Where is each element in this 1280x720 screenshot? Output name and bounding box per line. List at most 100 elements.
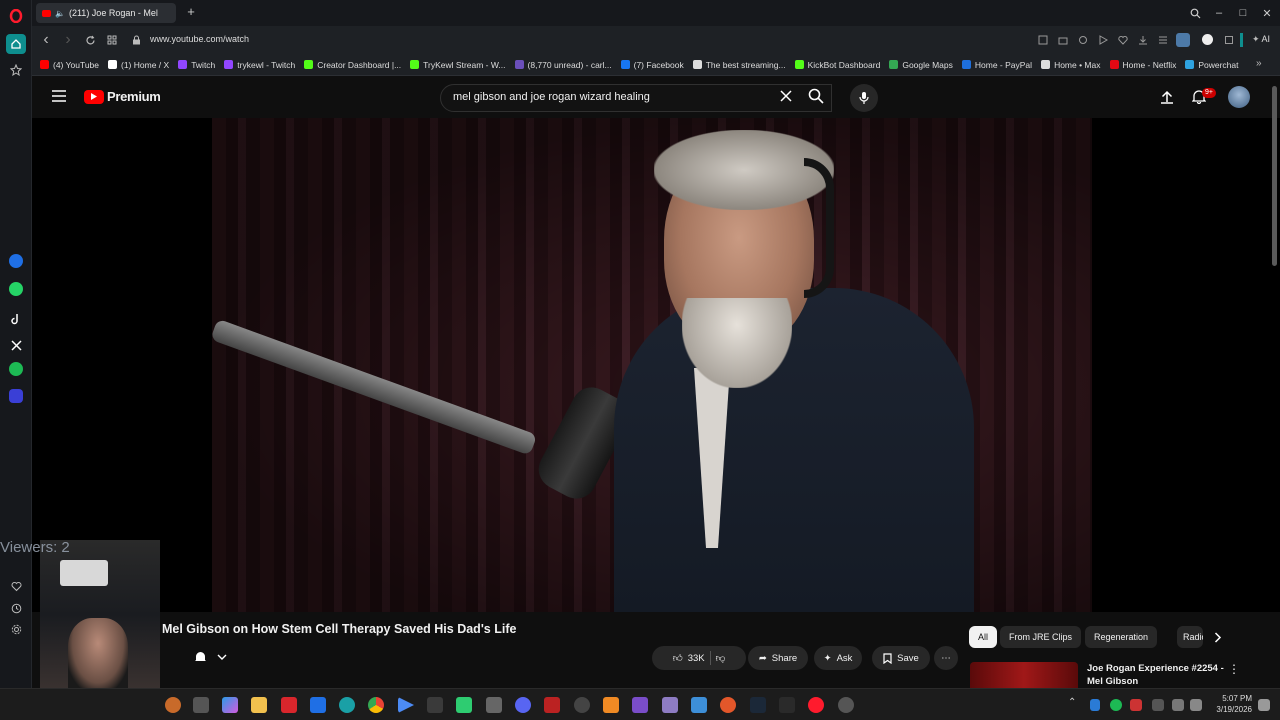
new-tab-button[interactable]: + — [184, 5, 198, 19]
x-icon[interactable] — [6, 335, 26, 355]
tray-chevron-icon[interactable]: ⌃ — [1068, 697, 1076, 708]
taskbar-app-icon-1[interactable] — [165, 697, 181, 713]
notification-center-icon[interactable] — [1258, 699, 1270, 711]
taskbar-app-icon-12[interactable] — [486, 697, 502, 713]
youtube-logo[interactable]: Premium — [84, 89, 161, 104]
menu-lines-icon[interactable] — [1156, 33, 1170, 47]
up-next-thumbnail[interactable] — [970, 662, 1078, 688]
minimize-button[interactable]: – — [1210, 4, 1228, 22]
chrome-icon[interactable] — [368, 697, 384, 713]
epic-games-icon[interactable] — [779, 697, 795, 713]
taskbar-app-icon-15[interactable] — [574, 697, 590, 713]
video-player[interactable] — [34, 118, 1268, 612]
close-window-button[interactable]: ✕ — [1258, 4, 1276, 22]
like-button[interactable]: 👍︎ 33K — [673, 652, 705, 665]
more-actions-button[interactable]: ⋯ — [934, 646, 958, 670]
save-button[interactable]: Save — [872, 646, 930, 670]
tab-active[interactable]: 🔈 (211) Joe Rogan - Mel — [36, 3, 176, 23]
profile-extension-icon[interactable] — [1176, 33, 1190, 47]
ask-button[interactable]: ✦ Ask — [814, 646, 862, 670]
url-field[interactable]: www.youtube.com/watch — [150, 34, 249, 44]
shield-icon[interactable] — [1076, 33, 1090, 47]
dislike-button[interactable]: 👎︎ — [716, 652, 726, 664]
chip-regeneration[interactable]: Regeneration — [1085, 626, 1158, 648]
subscribe-bell[interactable] — [194, 650, 227, 664]
taskbar-app-icon-11[interactable] — [456, 697, 472, 713]
tiktok-icon[interactable] — [6, 309, 26, 329]
heart-icon[interactable] — [6, 576, 26, 596]
bookmark-item[interactable]: (7) Facebook — [620, 60, 684, 70]
bookmark-item[interactable]: trykewl - Twitch — [224, 60, 295, 70]
bookmark-item[interactable]: (1) Home / X — [108, 60, 169, 70]
ai-button[interactable]: ✦ AI — [1252, 34, 1270, 45]
taskbar-app-icon-5[interactable] — [281, 697, 297, 713]
taskbar-app-icon-14[interactable] — [544, 697, 560, 713]
bookmark-item[interactable]: Home - Netflix — [1109, 60, 1176, 70]
camera-icon[interactable] — [1056, 33, 1070, 47]
avatar[interactable] — [1228, 86, 1250, 108]
lock-icon[interactable] — [128, 32, 144, 48]
back-icon[interactable]: ‹ — [38, 31, 54, 48]
taskbar-app-icon-16[interactable] — [603, 697, 619, 713]
taskbar-app-icon-24[interactable] — [838, 697, 854, 713]
whatsapp-icon[interactable] — [9, 282, 23, 296]
taskbar-app-icon-19[interactable] — [691, 697, 707, 713]
player-icon[interactable] — [9, 389, 23, 403]
home-icon[interactable] — [6, 34, 26, 54]
microphone-tray-icon[interactable] — [1152, 699, 1164, 711]
speaker-icon[interactable]: 🔈 — [55, 9, 65, 18]
messenger-icon[interactable] — [9, 254, 23, 268]
search-icon[interactable] — [808, 88, 824, 104]
s-extension-icon[interactable] — [1202, 34, 1213, 45]
taskbar-app-icon-18[interactable] — [662, 697, 678, 713]
upload-icon[interactable] — [1160, 90, 1174, 104]
bookmark-item[interactable]: KickBot Dashboard — [794, 60, 880, 70]
opera-logo-icon[interactable] — [6, 6, 26, 26]
bookmarks-overflow-icon[interactable]: » — [1256, 58, 1262, 69]
bookmark-item[interactable]: Google Maps — [889, 60, 953, 70]
puzzle-icon[interactable] — [1222, 33, 1236, 47]
heart-outline-icon[interactable] — [1116, 33, 1130, 47]
play-app-icon[interactable] — [398, 697, 414, 713]
chip-radios[interactable]: Radios — [1177, 626, 1203, 648]
tray-app-icon[interactable] — [1110, 699, 1122, 711]
bookmark-item[interactable]: Twitch — [178, 60, 215, 70]
edit-icon[interactable] — [1036, 33, 1050, 47]
taskbar-app-icon-2[interactable] — [193, 697, 209, 713]
bookmark-item[interactable]: Home - PayPal — [961, 60, 1032, 70]
bookmark-item[interactable]: (8,770 unread) - carl... — [514, 60, 612, 70]
tabs-grid-icon[interactable] — [104, 32, 120, 48]
chip-next-chevron-icon[interactable] — [1214, 632, 1222, 643]
chip-all[interactable]: All — [969, 626, 998, 648]
bookmark-item[interactable]: The best streaming... — [692, 60, 786, 70]
steam-icon[interactable] — [750, 697, 766, 713]
taskbar-app-icon-10[interactable] — [427, 697, 443, 713]
file-explorer-icon[interactable] — [251, 697, 267, 713]
star-icon[interactable] — [6, 60, 26, 80]
spotify-icon[interactable] — [9, 362, 23, 376]
bookmark-item[interactable]: TryKewl Stream - W... — [410, 60, 506, 70]
bookmark-item[interactable]: Home • Max — [1041, 60, 1101, 70]
up-next-more-icon[interactable]: ⋮ — [1228, 662, 1240, 676]
play-icon[interactable] — [1096, 33, 1110, 47]
network-icon[interactable] — [1172, 699, 1184, 711]
search-input[interactable]: mel gibson and joe rogan wizard healing — [440, 84, 832, 112]
voice-search-button[interactable] — [850, 84, 878, 112]
chip-from-jre-clips[interactable]: From JRE Clips — [1000, 626, 1082, 648]
clear-search-icon[interactable] — [780, 90, 792, 102]
volume-icon[interactable] — [1190, 699, 1202, 711]
up-next-title[interactable]: Joe Rogan Experience #2254 - Mel Gibson — [1087, 662, 1224, 688]
copilot-icon[interactable] — [222, 697, 238, 713]
hamburger-menu-icon[interactable] — [52, 90, 66, 102]
opera-taskbar-icon[interactable] — [808, 697, 824, 713]
history-icon[interactable] — [6, 598, 26, 618]
settings-gear-icon[interactable] — [6, 619, 26, 639]
page-scrollbar[interactable] — [1272, 86, 1277, 266]
taskbar-app-icon-20[interactable] — [720, 697, 736, 713]
forward-icon[interactable]: › — [60, 31, 76, 48]
taskbar-app-icon-6[interactable] — [310, 697, 326, 713]
share-button[interactable]: ➦ Share — [748, 646, 808, 670]
discord-icon[interactable] — [515, 697, 531, 713]
bookmark-item[interactable]: Powerchat — [1185, 60, 1239, 70]
reload-icon[interactable] — [82, 32, 98, 48]
